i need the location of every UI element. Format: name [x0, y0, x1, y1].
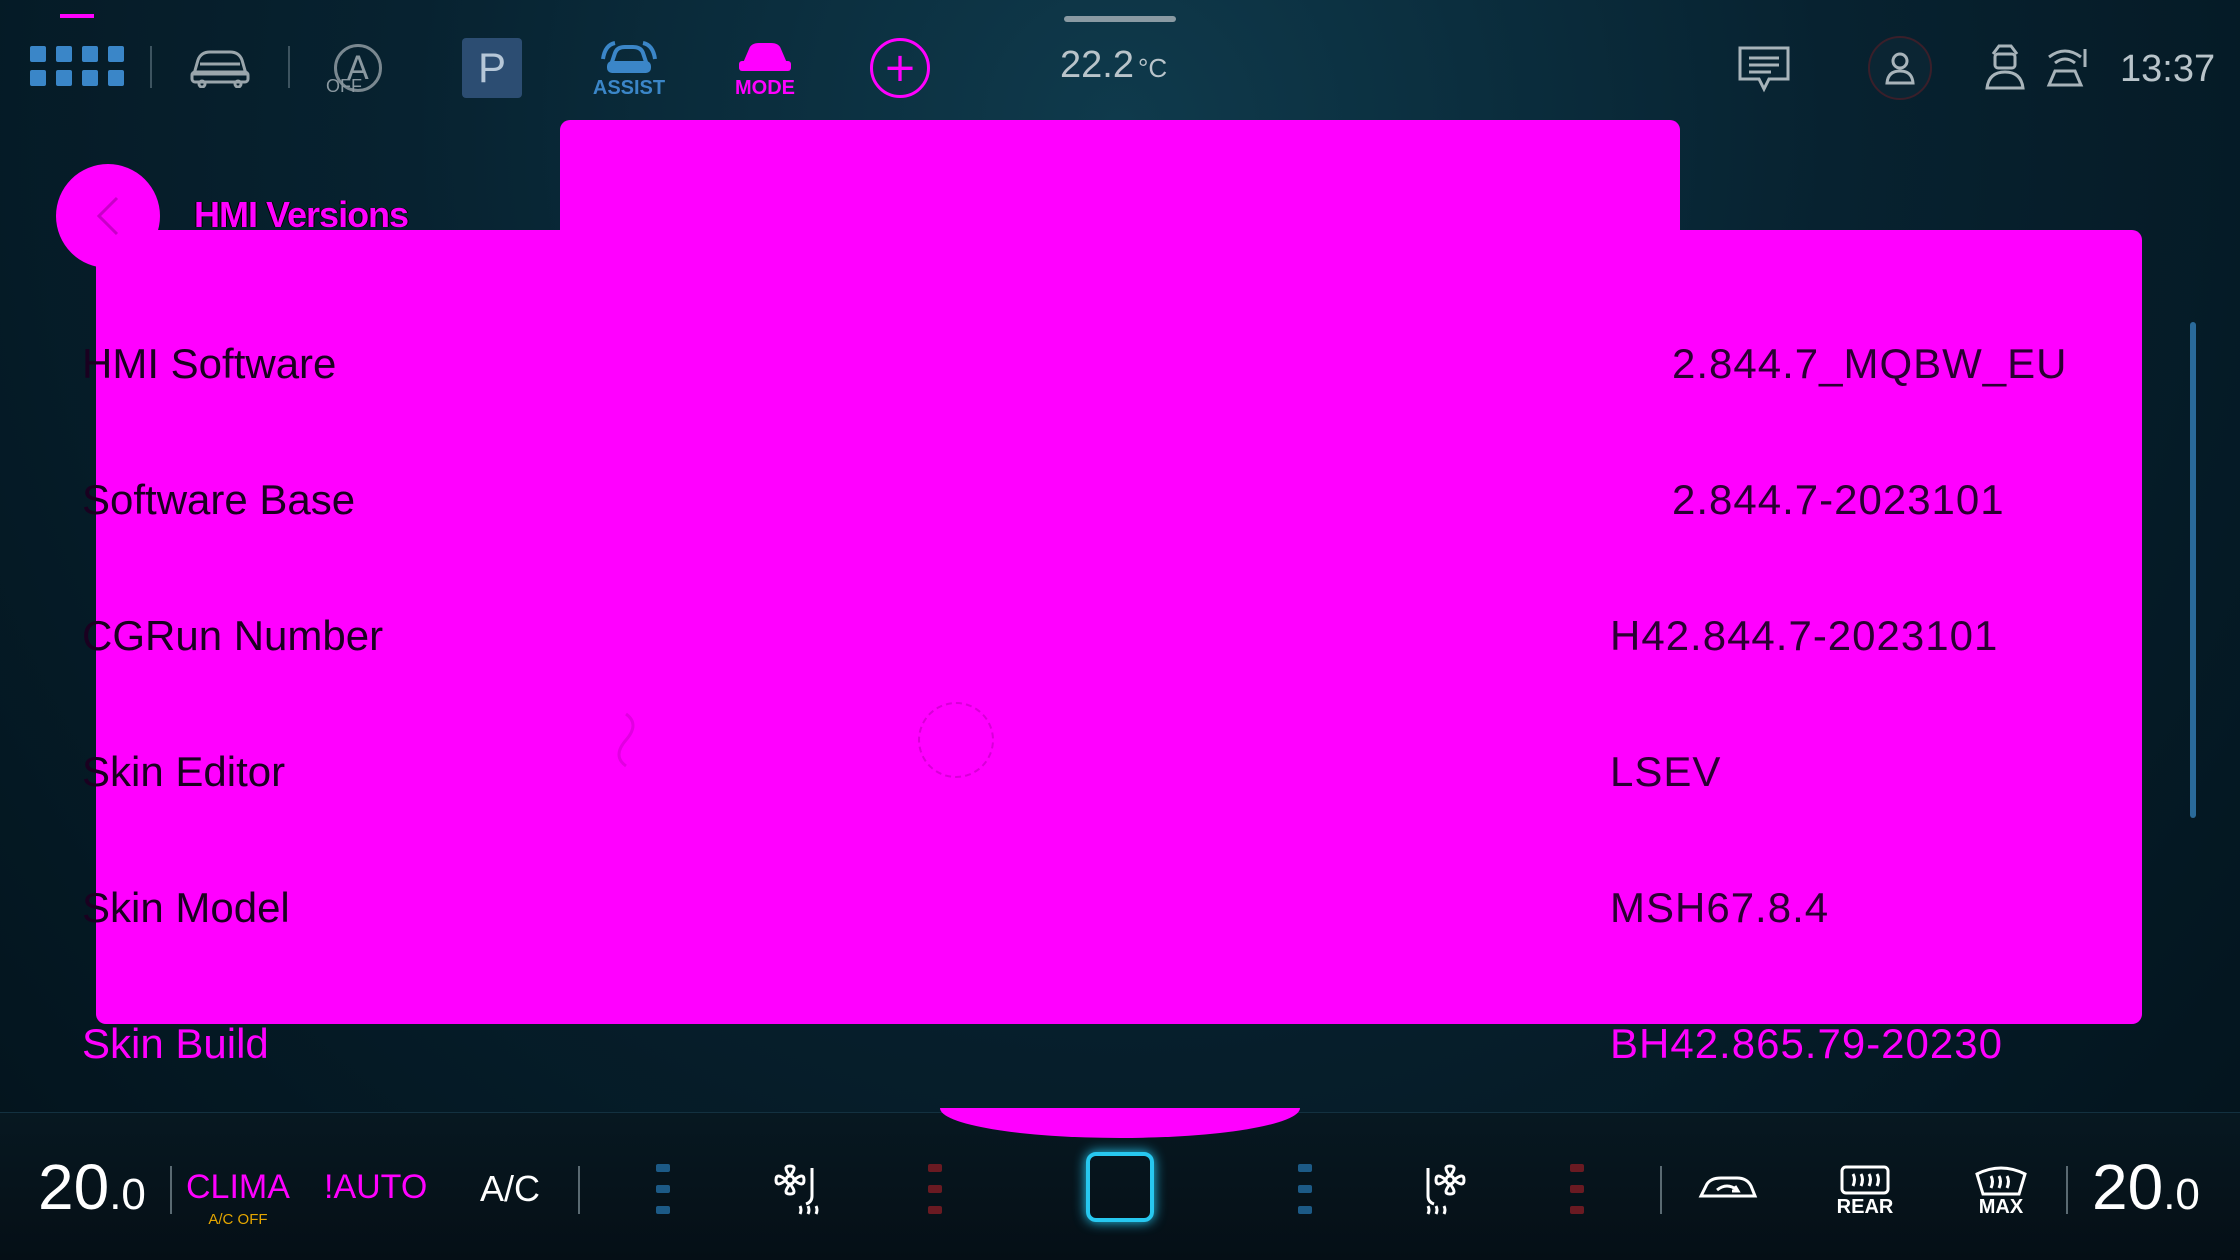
message-icon[interactable] [1736, 44, 1792, 94]
list-item: CGRun Number H42.844.7-2023101 [0, 612, 2240, 692]
row-value: MSH67.8.4 [1610, 884, 1830, 931]
back-button[interactable] [56, 164, 160, 268]
max-defrost-icon [1975, 1166, 2027, 1195]
row-label: Skin Build [82, 1020, 269, 1067]
auto-button[interactable]: !AUTO [324, 1168, 427, 1207]
divider [2066, 1166, 2068, 1214]
right-temperature[interactable]: 20.0 [2092, 1150, 2200, 1224]
list-item: Software Base 2.844.7-2023101 [0, 476, 2240, 556]
ac-off-label: A/C OFF [208, 1211, 268, 1228]
right-fan-level[interactable] [1298, 1164, 1312, 1214]
divider [170, 1166, 172, 1214]
left-temp-decimal: .0 [109, 1170, 146, 1219]
plus-icon[interactable]: + [870, 38, 930, 98]
row-value: 2.844.7-2023101 [1672, 476, 2005, 523]
home-square-button[interactable] [1086, 1152, 1154, 1222]
parking-button[interactable]: P [462, 38, 522, 98]
divider [150, 46, 152, 88]
mode-label: MODE [735, 76, 795, 99]
mode-icon [739, 42, 791, 71]
row-value: 2.844.7_MQBW_EU [1672, 340, 2068, 387]
divider [1660, 1166, 1662, 1214]
right-seat-heat-level[interactable] [1570, 1164, 1584, 1214]
apps-grid-icon[interactable] [30, 46, 124, 86]
divider [578, 1166, 580, 1214]
row-label: Skin Editor [82, 748, 286, 795]
left-temp-whole: 20 [38, 1151, 110, 1223]
signal-icon [2044, 44, 2090, 90]
right-temp-whole: 20 [2092, 1151, 2164, 1223]
clock: 13:37 [2120, 47, 2216, 90]
divider [288, 46, 290, 88]
left-fan-level[interactable] [656, 1164, 670, 1214]
row-label: CGRun Number [82, 612, 384, 659]
clima-button[interactable]: CLIMA A/C OFF [186, 1168, 290, 1228]
fan-icon [600, 704, 652, 776]
outside-temp-value: 22.2 [1060, 44, 1134, 86]
mode-button[interactable]: MODE [730, 36, 800, 102]
rear-defrost-button[interactable]: REAR [1830, 1158, 1900, 1224]
assist-icon [601, 40, 657, 73]
max-label: MAX [1978, 1195, 2024, 1218]
row-value: LSEV [1610, 748, 1722, 795]
row-value: BH42.865.79-20230 [1610, 1020, 2003, 1067]
left-seat-heat-level[interactable] [928, 1164, 942, 1214]
outside-temp-unit: °C [1137, 53, 1168, 83]
car-icon[interactable] [186, 40, 254, 92]
seat-fan-icon[interactable] [1410, 1160, 1474, 1220]
assist-button[interactable]: ASSIST [592, 36, 666, 102]
row-value: H42.844.7-2023101 [1610, 612, 1999, 659]
list-item: Skin Editor LSEV [0, 748, 2240, 828]
page-title: HMI Versions [194, 194, 409, 235]
row-label: Skin Model [82, 884, 290, 931]
list-item: HMI Software 2.844.7_MQBW_EU [0, 340, 2240, 420]
row-label: HMI Software [82, 340, 337, 387]
top-status-bar: A OFF P ASSIST MODE + 22.2 °C 13:37 [0, 0, 2240, 120]
rear-defrost-icon [1840, 1165, 1890, 1194]
scrollbar[interactable] [2190, 322, 2196, 818]
clima-label: CLIMA [186, 1168, 290, 1206]
list-item: Skin Model MSH67.8.4 [0, 884, 2240, 964]
panel-header-overlay [560, 120, 1680, 240]
outside-temperature: 22.2 °C [1060, 44, 1167, 94]
ac-button[interactable]: A/C [480, 1168, 540, 1210]
assist-label: ASSIST [592, 76, 666, 99]
profile-icon[interactable] [1868, 36, 1932, 100]
row-label: Software Base [82, 476, 356, 523]
list-item: Skin Build BH42.865.79-20230 [0, 1020, 2240, 1100]
rear-label: REAR [1836, 1195, 1894, 1218]
auto-off-icon[interactable]: A OFF [322, 38, 394, 98]
recirculation-icon[interactable] [1696, 1166, 1760, 1210]
auto-off-label: OFF [326, 76, 362, 96]
driver-icon[interactable] [1982, 42, 2028, 92]
back-arrow-icon [96, 196, 119, 236]
left-temperature[interactable]: 20.0 [38, 1150, 146, 1224]
seat-fan-icon[interactable] [768, 1160, 832, 1220]
max-defrost-button[interactable]: MAX [1966, 1158, 2036, 1224]
right-temp-decimal: .0 [2163, 1170, 2200, 1219]
circle-icon [918, 702, 994, 778]
